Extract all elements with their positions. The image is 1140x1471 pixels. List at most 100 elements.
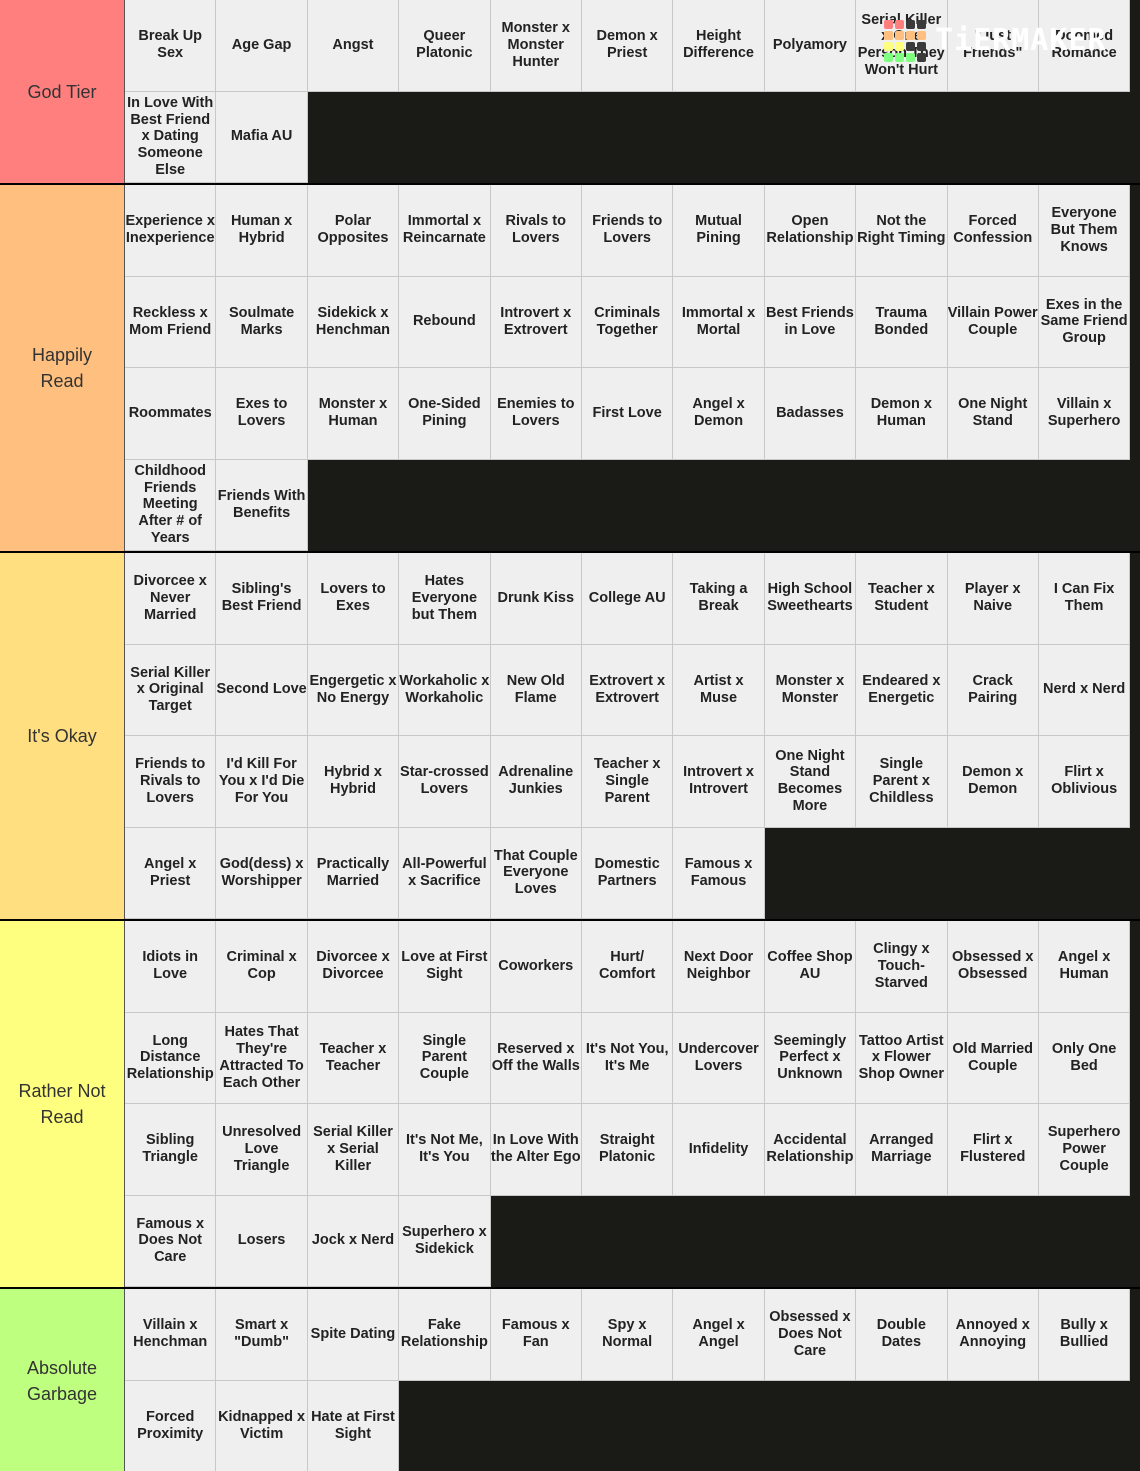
tier-item-card[interactable]: Hate at First Sight — [307, 1380, 400, 1471]
tier-item-card[interactable]: Polyamory — [764, 0, 857, 92]
tier-item-card[interactable]: Long Distance Relationship — [125, 1012, 217, 1104]
tier-item-card[interactable]: Love at First Sight — [399, 921, 491, 1013]
tier-item-card[interactable]: Teacher x Student — [856, 553, 948, 645]
tier-label[interactable]: It's Okay — [0, 553, 125, 919]
tier-item-card[interactable]: It's Not You, It's Me — [581, 1012, 674, 1104]
tier-item-card[interactable]: I Can Fix Them — [1038, 553, 1131, 645]
tier-item-card[interactable]: Famous x Does Not Care — [125, 1195, 217, 1287]
tier-item-card[interactable]: Straight Platonic — [581, 1104, 674, 1196]
tier-item-card[interactable]: Friends to Lovers — [581, 185, 674, 277]
tier-item-card[interactable]: Monster x Monster Hunter — [490, 0, 582, 92]
tier-item-card[interactable]: In Love With Best Friend x Dating Someon… — [125, 91, 217, 183]
tier-item-card[interactable]: Not the Right Timing — [856, 185, 948, 277]
tier-item-card[interactable]: Drunk Kiss — [490, 553, 582, 645]
tier-item-card[interactable]: Polar Opposites — [307, 185, 400, 277]
tier-item-card[interactable]: All-Powerful x Sacrifice — [399, 827, 491, 919]
tier-item-card[interactable]: Old Married Couple — [947, 1012, 1039, 1104]
tier-item-card[interactable]: Demon x Priest — [581, 0, 674, 92]
tier-item-card[interactable]: Angel x Demon — [673, 368, 765, 460]
tier-item-card[interactable]: Hates That They're Attracted To Each Oth… — [216, 1012, 308, 1104]
tier-item-card[interactable]: Hybrid x Hybrid — [307, 736, 400, 828]
tier-item-card[interactable]: That Couple Everyone Loves — [490, 827, 582, 919]
tier-item-card[interactable]: Famous x Famous — [673, 827, 765, 919]
tier-item-card[interactable]: Idiots in Love — [125, 921, 217, 1013]
tier-item-card[interactable]: Hurt/ Comfort — [581, 921, 674, 1013]
tier-items-dropzone[interactable]: Divorcee x Never Married Sibling's Best F… — [125, 553, 1131, 919]
tier-items-dropzone[interactable]: Villain x Henchman Smart x "Dumb" Spite Da… — [125, 1289, 1131, 1471]
tier-item-card[interactable]: Engergetic x No Energy — [307, 644, 400, 736]
tier-item-card[interactable]: Monster x Monster — [764, 644, 857, 736]
tier-item-card[interactable]: Arranged Marriage — [856, 1104, 948, 1196]
tier-item-card[interactable]: Friends to Rivals to Lovers — [125, 736, 217, 828]
tier-item-card[interactable]: God(dess) x Worshipper — [216, 827, 308, 919]
tier-item-card[interactable]: In Love With the Alter Ego — [490, 1104, 582, 1196]
tier-item-card[interactable]: Mutual Pining — [673, 185, 765, 277]
tier-item-card[interactable]: Exes to Lovers — [216, 368, 308, 460]
tier-item-card[interactable]: Reserved x Off the Walls — [490, 1012, 582, 1104]
tier-item-card[interactable]: Height Difference — [673, 0, 765, 92]
tier-item-card[interactable]: Age Gap — [216, 0, 308, 92]
tier-item-card[interactable]: Obsessed x Does Not Care — [764, 1289, 857, 1381]
tier-item-card[interactable]: Immortal x Reincarnate — [399, 185, 491, 277]
tier-item-card[interactable]: Kidnapped x Victim — [216, 1380, 308, 1471]
tier-item-card[interactable]: Experience x Inexperience — [125, 185, 217, 277]
tier-item-card[interactable]: Best Friends in Love — [764, 276, 857, 368]
tier-item-card[interactable]: Star-crossed Lovers — [399, 736, 491, 828]
tier-item-card[interactable]: Human x Hybrid — [216, 185, 308, 277]
tier-item-card[interactable]: Annoyed x Annoying — [947, 1289, 1039, 1381]
tier-item-card[interactable]: Forced Confession — [947, 185, 1039, 277]
tier-items-dropzone[interactable]: Experience x Inexperience Human x Hybrid P… — [125, 185, 1131, 551]
tier-item-card[interactable]: Villain x Superhero — [1038, 368, 1131, 460]
tier-item-card[interactable]: Divorcee x Divorcee — [307, 921, 400, 1013]
tier-item-card[interactable]: Introvert x Extrovert — [490, 276, 582, 368]
tier-item-card[interactable]: Friends With Benefits — [216, 459, 308, 551]
tier-item-card[interactable]: Angel x Angel — [673, 1289, 765, 1381]
tier-label[interactable]: Happily Read — [0, 185, 125, 551]
tier-item-card[interactable]: Sibling's Best Friend — [216, 553, 308, 645]
tier-item-card[interactable]: Criminals Together — [581, 276, 674, 368]
tier-item-card[interactable]: Soulmate Marks — [216, 276, 308, 368]
tier-item-card[interactable]: Famous x Fan — [490, 1289, 582, 1381]
tier-item-card[interactable]: Angel x Priest — [125, 827, 217, 919]
tier-item-card[interactable]: It's Not Me, It's You — [399, 1104, 491, 1196]
tier-item-card[interactable]: I'd Kill For You x I'd Die For You — [216, 736, 308, 828]
tier-item-card[interactable]: Villain Power Couple — [947, 276, 1039, 368]
tier-item-card[interactable]: Introvert x Introvert — [673, 736, 765, 828]
tier-item-card[interactable]: Next Door Neighbor — [673, 921, 765, 1013]
tier-item-card[interactable]: One-Sided Pining — [399, 368, 491, 460]
tier-item-card[interactable]: One Night Stand — [947, 368, 1039, 460]
tier-item-card[interactable]: Angel x Human — [1038, 921, 1131, 1013]
tier-item-card[interactable]: Serial Killer x Original Target — [125, 644, 217, 736]
tier-item-card[interactable]: Reckless x Mom Friend — [125, 276, 217, 368]
tier-item-card[interactable]: Obsessed x Obsessed — [947, 921, 1039, 1013]
tier-item-card[interactable]: Losers — [216, 1195, 308, 1287]
tier-item-card[interactable]: First Love — [581, 368, 674, 460]
tier-item-card[interactable]: Clingy x Touch-Starved — [856, 921, 948, 1013]
tier-item-card[interactable]: Domestic Partners — [581, 827, 674, 919]
tier-item-card[interactable]: Extrovert x Extrovert — [581, 644, 674, 736]
tier-item-card[interactable]: High School Sweethearts — [764, 553, 857, 645]
tier-item-card[interactable]: Angst — [307, 0, 400, 92]
tier-item-card[interactable]: Smart x "Dumb" — [216, 1289, 308, 1381]
tier-item-card[interactable]: Queer Platonic — [399, 0, 491, 92]
tier-item-card[interactable]: Superhero Power Couple — [1038, 1104, 1131, 1196]
tier-item-card[interactable]: Double Dates — [856, 1289, 948, 1381]
tier-item-card[interactable]: Criminal x Cop — [216, 921, 308, 1013]
tier-item-card[interactable]: Bully x Bullied — [1038, 1289, 1131, 1381]
tier-label[interactable]: God Tier — [0, 0, 125, 183]
tier-item-card[interactable]: Exes in the Same Friend Group — [1038, 276, 1131, 368]
tier-item-card[interactable]: Demon x Human — [856, 368, 948, 460]
tier-item-card[interactable]: Spy x Normal — [581, 1289, 674, 1381]
tier-item-card[interactable]: Undercover Lovers — [673, 1012, 765, 1104]
tier-item-card[interactable]: Coworkers — [490, 921, 582, 1013]
tier-item-card[interactable]: Second Love — [216, 644, 308, 736]
tier-item-card[interactable]: Trauma Bonded — [856, 276, 948, 368]
tier-item-card[interactable]: Forced Proximity — [125, 1380, 217, 1471]
tier-item-card[interactable]: Mafia AU — [216, 91, 308, 183]
tier-item-card[interactable]: Workaholic x Workaholic — [399, 644, 491, 736]
tier-item-card[interactable]: Adrenaline Junkies — [490, 736, 582, 828]
tier-item-card[interactable]: Teacher x Single Parent — [581, 736, 674, 828]
tier-item-card[interactable]: Crack Pairing — [947, 644, 1039, 736]
tier-item-card[interactable]: Fake Relationship — [399, 1289, 491, 1381]
tier-item-card[interactable]: Lovers to Exes — [307, 553, 400, 645]
